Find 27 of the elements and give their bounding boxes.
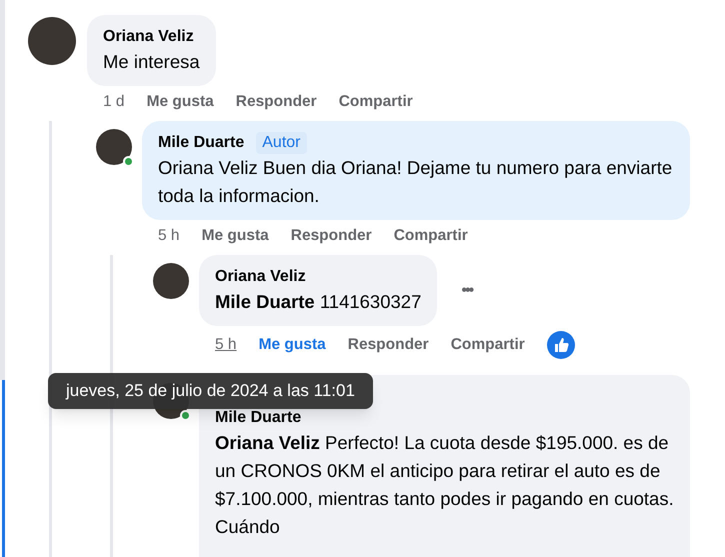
avatar[interactable] <box>153 263 189 299</box>
share-link[interactable]: Compartir <box>338 91 413 113</box>
comment-text: Oriana Veliz Perfecto! La cuota desde $195.000. es de un CRONOS 0KM el anticipo para retirar el auto es de $7.100.000, mientras tanto podes ir pagando en cuotas. Cuándo <box>215 431 674 539</box>
timestamp-tooltip: jueves, 25 de julio de 2024 a las 11:01 <box>48 373 373 409</box>
author-name[interactable]: Oriana Veliz <box>103 26 194 48</box>
reply-link[interactable]: Responder <box>290 225 372 247</box>
author-name[interactable]: Oriana Veliz <box>215 266 306 288</box>
share-link[interactable]: Compartir <box>450 334 525 356</box>
thumbs-up-icon[interactable] <box>546 331 575 359</box>
avatar[interactable] <box>28 17 76 65</box>
comment-text: Me interesa <box>103 50 200 74</box>
author-name[interactable]: Mile Duarte <box>215 407 302 429</box>
like-link[interactable]: Me gusta <box>258 334 326 356</box>
comment-text: Oriana Veliz Buen dia Oriana! Dejame tu numero para enviarte toda la informacion. <box>158 156 674 208</box>
comment-time[interactable]: 5 h <box>215 334 237 356</box>
like-link[interactable]: Me gusta <box>146 91 214 113</box>
comment-text: Mile Duarte 1141630327 <box>215 290 422 314</box>
author-badge: Autor <box>256 132 306 154</box>
comment-time[interactable]: 5 h <box>158 225 180 247</box>
avatar[interactable] <box>96 129 132 165</box>
comment-time[interactable]: 1 d <box>103 91 125 113</box>
more-options-button[interactable]: ••• <box>453 278 480 302</box>
author-name[interactable]: Mile Duarte <box>158 132 244 154</box>
reply-link[interactable]: Responder <box>236 91 317 113</box>
share-link[interactable]: Compartir <box>394 225 468 247</box>
reply-link[interactable]: Responder <box>348 334 429 356</box>
like-link[interactable]: Me gusta <box>202 225 269 247</box>
